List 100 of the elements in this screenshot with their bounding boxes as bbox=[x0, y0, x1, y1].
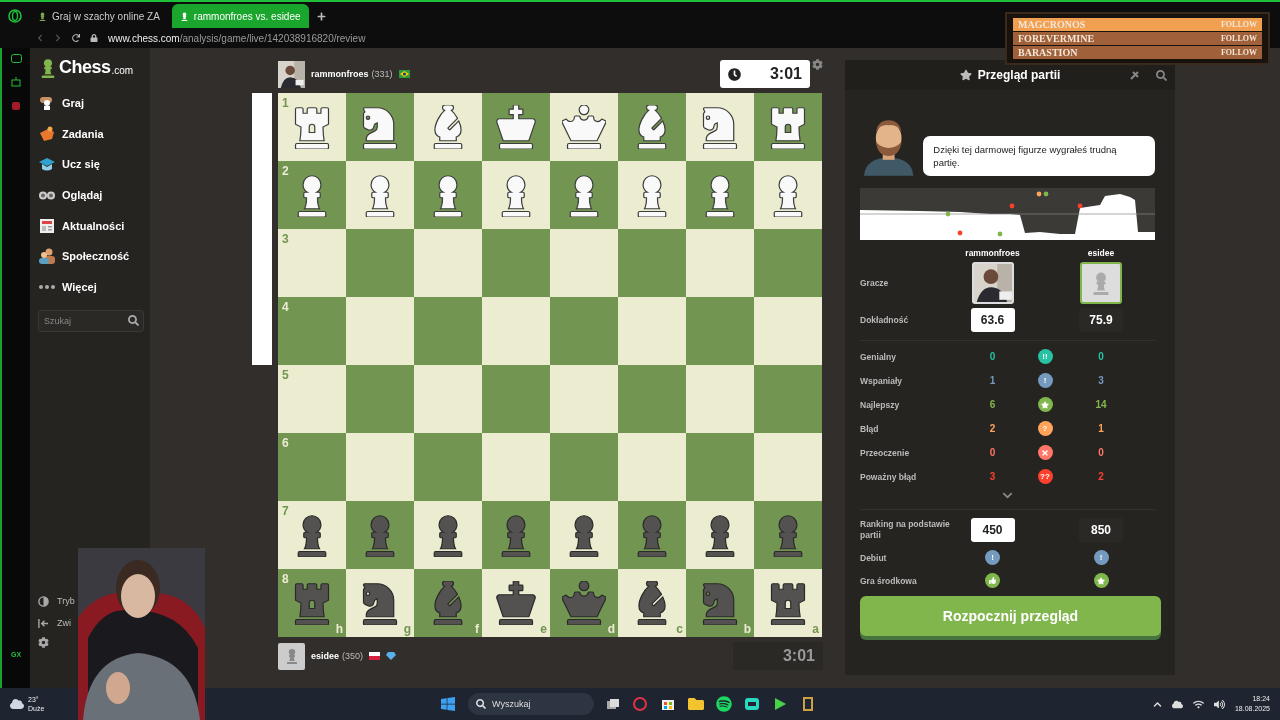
cloud-icon[interactable] bbox=[1171, 698, 1183, 710]
move-count: 14 bbox=[1095, 399, 1107, 410]
board-square[interactable] bbox=[754, 93, 822, 161]
row-label: Dokładność bbox=[860, 315, 910, 325]
file-label: f bbox=[475, 622, 479, 636]
file-label: b bbox=[743, 622, 751, 636]
move-count: 6 bbox=[989, 399, 996, 410]
chat-app-icon[interactable] bbox=[744, 696, 760, 712]
address-url[interactable]: www.chess.com/analysis/game/live/142038916820/review bbox=[108, 32, 366, 44]
board-square[interactable] bbox=[550, 161, 618, 229]
music-app-icon[interactable] bbox=[716, 696, 732, 712]
move-count: 1 bbox=[989, 375, 996, 386]
nav-link[interactable]: Tryb bbox=[57, 596, 75, 606]
move-count: 1 bbox=[1098, 423, 1104, 434]
board-square[interactable] bbox=[414, 93, 482, 161]
pawn-icon bbox=[179, 11, 189, 21]
settings-icon[interactable] bbox=[38, 637, 49, 648]
nav-link[interactable]: Graj bbox=[62, 97, 84, 110]
file-label: c bbox=[676, 622, 683, 636]
board-square[interactable] bbox=[686, 501, 754, 569]
start-icon[interactable] bbox=[440, 696, 456, 712]
browser-logo-icon[interactable] bbox=[8, 9, 22, 23]
nav-link[interactable]: Aktualności bbox=[62, 219, 125, 232]
board-square[interactable] bbox=[550, 501, 618, 569]
nav-link[interactable]: Zadania bbox=[62, 127, 104, 140]
player-name: esidee bbox=[1087, 248, 1115, 258]
game-app-icon[interactable] bbox=[800, 696, 816, 712]
phase-label: Debiut bbox=[860, 552, 888, 563]
taskbar-search[interactable]: Wyszukaj bbox=[468, 693, 594, 715]
great-icon: ! bbox=[1037, 373, 1053, 388]
weather-icon[interactable] bbox=[10, 697, 24, 711]
brilliant-icon: !! bbox=[1037, 349, 1053, 364]
board-square[interactable] bbox=[414, 161, 482, 229]
player-rating: (350) bbox=[342, 651, 364, 661]
classification-label: Najlepszy bbox=[860, 399, 901, 410]
task-view-icon[interactable] bbox=[606, 698, 620, 710]
best-move-icon bbox=[1093, 573, 1109, 588]
board-square[interactable] bbox=[686, 93, 754, 161]
game-clock: 3:01 bbox=[720, 60, 810, 88]
queen-icon[interactable] bbox=[562, 105, 606, 149]
rank-label: 5 bbox=[282, 368, 289, 382]
pawn-icon bbox=[38, 11, 47, 21]
board-square[interactable] bbox=[550, 93, 618, 161]
player-name: rammonfroes bbox=[965, 248, 1020, 258]
board-square[interactable] bbox=[414, 501, 482, 569]
volume-icon[interactable] bbox=[1213, 698, 1225, 710]
move-count: 2 bbox=[1098, 471, 1104, 482]
king-icon[interactable] bbox=[494, 105, 538, 149]
search-icon[interactable] bbox=[476, 699, 486, 709]
player-name[interactable]: rammonfroes bbox=[311, 69, 369, 79]
board-square[interactable] bbox=[482, 161, 550, 229]
search-icon[interactable] bbox=[128, 315, 139, 327]
board-square[interactable] bbox=[686, 161, 754, 229]
board-square[interactable] bbox=[346, 161, 414, 229]
file-label: e bbox=[540, 622, 547, 636]
player-name[interactable]: esidee bbox=[311, 651, 340, 661]
board-square[interactable] bbox=[754, 161, 822, 229]
king-icon[interactable] bbox=[494, 581, 538, 625]
board-square[interactable] bbox=[618, 161, 686, 229]
great-move-icon: ! bbox=[985, 550, 1000, 565]
pawn-avatar bbox=[278, 642, 305, 670]
board-square[interactable] bbox=[618, 93, 686, 161]
nav-link[interactable]: Ucz się bbox=[62, 158, 100, 171]
board-square[interactable] bbox=[346, 93, 414, 161]
star-icon bbox=[959, 69, 972, 81]
tab-label[interactable]: Graj w szachy online ZA bbox=[52, 10, 160, 22]
classification-label: Błąd bbox=[860, 423, 880, 434]
robot-icon[interactable] bbox=[11, 77, 21, 87]
controller-icon[interactable] bbox=[10, 54, 22, 63]
nav-link[interactable]: Więcej bbox=[62, 280, 97, 293]
follower-row: BARASTION FOLLOW bbox=[1013, 46, 1262, 59]
flag-icon bbox=[369, 652, 381, 660]
play-app-icon[interactable] bbox=[772, 696, 788, 712]
great-move-icon: ! bbox=[1093, 550, 1109, 565]
reload-icon[interactable] bbox=[72, 34, 80, 42]
search-field[interactable]: Szukaj bbox=[38, 310, 144, 333]
good-move-icon bbox=[985, 573, 1000, 588]
diamond-icon bbox=[386, 652, 397, 660]
logo-suffix[interactable]: .com bbox=[111, 65, 134, 76]
queen-icon[interactable] bbox=[562, 581, 606, 625]
wifi-icon[interactable] bbox=[1192, 698, 1204, 710]
zoom-icon[interactable] bbox=[1156, 69, 1167, 81]
new-tab-icon[interactable] bbox=[316, 12, 326, 21]
nav-link[interactable]: Społeczność bbox=[62, 250, 130, 263]
browser-icon[interactable] bbox=[632, 696, 648, 712]
flag-icon bbox=[398, 70, 410, 78]
logo-text[interactable]: Chess bbox=[59, 57, 111, 78]
settings-icon[interactable] bbox=[812, 58, 823, 70]
folder-icon[interactable] bbox=[688, 696, 704, 712]
nav-link[interactable]: Oglądaj bbox=[62, 189, 103, 202]
collapse-icon bbox=[38, 617, 49, 629]
board-square[interactable] bbox=[482, 93, 550, 161]
browser-tab[interactable]: Graj w szachy online ZA bbox=[30, 4, 168, 28]
nav-link[interactable]: Zwi bbox=[57, 618, 71, 628]
row-label: Ranking na podstawie partii bbox=[860, 519, 951, 541]
pin-icon[interactable] bbox=[1129, 69, 1140, 81]
shield-icon[interactable] bbox=[11, 101, 21, 111]
expand-icon[interactable] bbox=[1002, 490, 1013, 501]
move-count: 0 bbox=[989, 351, 996, 362]
tray-chevron-icon[interactable] bbox=[1152, 699, 1162, 709]
